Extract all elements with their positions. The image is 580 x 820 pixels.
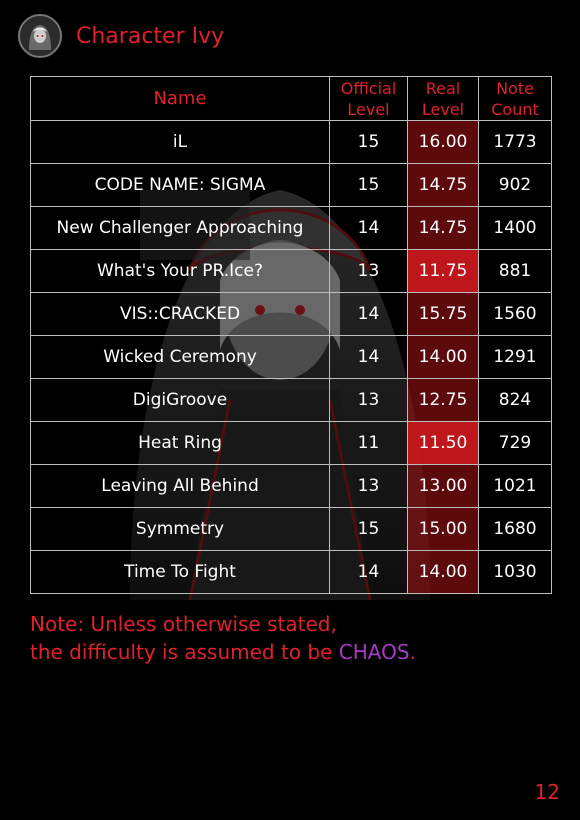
note-count: 881 [478,249,552,293]
chaos-highlight: CHAOS [338,640,410,664]
table-row: CODE NAME: SIGMA 15 14.75 902 [30,163,552,207]
official-level: 13 [329,464,408,508]
table-row: Time To Fight 14 14.00 1030 [30,550,552,594]
header-official-level-line2: Level [347,99,390,119]
real-level: 13.00 [407,464,479,508]
note-line-1: Note: Unless otherwise stated, [30,612,337,636]
real-level: 11.50 [407,421,479,465]
song-name: DigiGroove [30,378,330,422]
table-row: iL 15 16.00 1773 [30,120,552,164]
official-level: 15 [329,507,408,551]
table-row: Heat Ring 11 11.50 729 [30,421,552,465]
note-count: 1030 [478,550,552,594]
note-count: 1680 [478,507,552,551]
header-official-level-line1: Official [340,78,397,98]
real-level: 14.00 [407,335,479,379]
header-real-level: Real Level [407,76,479,121]
header-official-level: Official Level [329,76,408,121]
note-count: 729 [478,421,552,465]
official-level: 14 [329,206,408,250]
character-avatar-icon [18,14,62,58]
real-level: 16.00 [407,120,479,164]
official-level: 13 [329,378,408,422]
real-level: 14.00 [407,550,479,594]
table-row: New Challenger Approaching 14 14.75 1400 [30,206,552,250]
page-number: 12 [534,780,560,804]
header-name: Name [30,76,330,121]
song-name: VIS::CRACKED [30,292,330,336]
song-name: What's Your PR.Ice? [30,249,330,293]
official-level: 13 [329,249,408,293]
note-line-2: the difficulty is assumed to be CHAOS. [30,638,416,666]
song-table: Name Official Level Real Level Note Coun… [30,76,552,594]
song-name: New Challenger Approaching [30,206,330,250]
official-level: 14 [329,335,408,379]
real-level: 15.00 [407,507,479,551]
header-real-level-line1: Real [425,78,461,98]
table-row: Leaving All Behind 13 13.00 1021 [30,464,552,508]
note-line-2-prefix: the difficulty is assumed to be [30,640,339,664]
table-header-row: Name Official Level Real Level Note Coun… [30,76,552,121]
real-level: 14.75 [407,163,479,207]
official-level: 14 [329,292,408,336]
song-name: iL [30,120,330,164]
note-line-2-suffix: . [409,640,416,664]
note-count: 1021 [478,464,552,508]
table-row: VIS::CRACKED 14 15.75 1560 [30,292,552,336]
real-level: 12.75 [407,378,479,422]
song-name: CODE NAME: SIGMA [30,163,330,207]
official-level: 14 [329,550,408,594]
real-level: 14.75 [407,206,479,250]
song-name: Time To Fight [30,550,330,594]
note-count: 1773 [478,120,552,164]
table-row: Symmetry 15 15.00 1680 [30,507,552,551]
header-real-level-line2: Level [421,99,465,119]
difficulty-note: Note: Unless otherwise stated, the diffi… [30,610,416,666]
table-row: DigiGroove 13 12.75 824 [30,378,552,422]
official-level: 15 [329,163,408,207]
header-note-count: Note Count [478,76,552,121]
song-name: Leaving All Behind [30,464,330,508]
official-level: 15 [329,120,408,164]
table-row: What's Your PR.Ice? 13 11.75 881 [30,249,552,293]
song-name: Symmetry [30,507,330,551]
note-count: 1291 [478,335,552,379]
note-count: 902 [478,163,552,207]
table-row: Wicked Ceremony 14 14.00 1291 [30,335,552,379]
real-level: 15.75 [407,292,479,336]
header-note-count-line2: Count [491,99,539,119]
real-level: 11.75 [407,249,479,293]
song-name: Heat Ring [30,421,330,465]
page-header: Character Ivy [18,14,224,58]
header-note-count-line1: Note [496,78,534,98]
official-level: 11 [329,421,408,465]
song-name: Wicked Ceremony [30,335,330,379]
note-count: 824 [478,378,552,422]
note-count: 1400 [478,206,552,250]
page-title: Character Ivy [76,23,225,49]
note-count: 1560 [478,292,552,336]
